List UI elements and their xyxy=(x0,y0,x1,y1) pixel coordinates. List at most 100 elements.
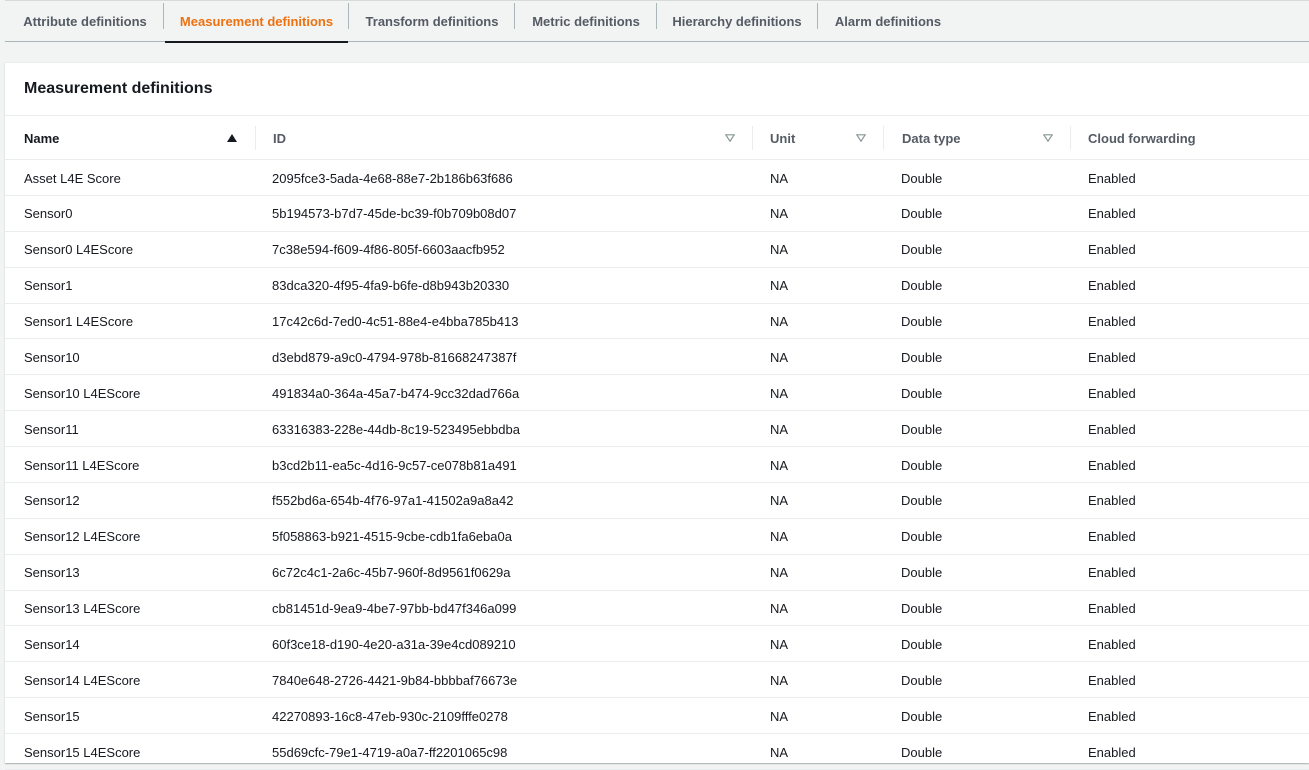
column-divider xyxy=(883,126,884,150)
cell-data-type: Double xyxy=(901,242,943,258)
table-row[interactable]: Sensor15 L4EScore 55d69cfc-79e1-4719-a0a7… xyxy=(5,734,1309,770)
cell-name: Sensor11 xyxy=(24,421,79,437)
cell-data-type: Double xyxy=(901,493,943,509)
cell-cloud-forwarding: Enabled xyxy=(1088,493,1136,509)
cell-cloud-forwarding: Enabled xyxy=(1088,708,1136,724)
table-row[interactable]: Sensor13 6c72c4c1-2a6c-45b7-960f-8d9561f0… xyxy=(5,555,1309,591)
cell-id: b3cd2b11-ea5c-4d16-9c57-ce078b81a491 xyxy=(272,457,517,473)
column-header-unit[interactable]: Unit xyxy=(770,116,850,160)
cell-data-type: Double xyxy=(901,708,943,724)
cell-id: 491834a0-364a-45a7-b474-9cc32dad766a xyxy=(272,385,520,401)
cell-name: Sensor15 xyxy=(24,708,80,724)
cell-cloud-forwarding: Enabled xyxy=(1088,349,1136,365)
column-header-data-type[interactable]: Data type xyxy=(902,116,1042,160)
cell-id: f552bd6a-654b-4f76-97a1-41502a9a8a42 xyxy=(272,493,514,509)
cell-cloud-forwarding: Enabled xyxy=(1088,672,1136,688)
table-header: Name ID Unit Data type Cloud forwarding xyxy=(5,116,1309,160)
cell-unit: NA xyxy=(770,170,789,186)
cell-id: 5b194573-b7d7-45de-bc39-f0b709b08d07 xyxy=(272,206,517,222)
cell-data-type: Double xyxy=(901,457,943,473)
tab-alarm-definitions[interactable]: Alarm definitions xyxy=(818,1,958,42)
table-row[interactable]: Sensor15 42270893-16c8-47eb-930c-2109fffe… xyxy=(5,698,1309,734)
cell-unit: NA xyxy=(770,206,789,222)
cell-cloud-forwarding: Enabled xyxy=(1088,565,1136,581)
cell-unit: NA xyxy=(770,529,789,545)
column-header-label: Data type xyxy=(902,130,961,146)
cell-name: Sensor11 L4EScore xyxy=(24,457,140,473)
column-header-cloud-forwarding[interactable]: Cloud forwarding xyxy=(1088,116,1288,160)
cell-data-type: Double xyxy=(901,170,943,186)
cell-name: Sensor12 L4EScore xyxy=(24,529,141,545)
cell-id: 63316383-228e-44db-8c19-523495ebbdba xyxy=(272,421,520,437)
cell-id: 42270893-16c8-47eb-930c-2109fffe0278 xyxy=(272,708,508,724)
table-row[interactable]: Sensor0 L4EScore 7c38e594-f609-4f86-805f-… xyxy=(5,232,1309,268)
column-header-label: Unit xyxy=(770,130,796,146)
table-row[interactable]: Sensor10 d3ebd879-a9c0-4794-978b-81668247… xyxy=(5,339,1309,376)
cell-cloud-forwarding: Enabled xyxy=(1088,529,1136,545)
cell-id: 2095fce3-5ada-4e68-88e7-2b186b63f686 xyxy=(272,170,513,186)
tab-measurement-definitions[interactable]: Measurement definitions xyxy=(165,1,348,43)
cell-unit: NA xyxy=(770,636,789,652)
cell-id: 6c72c4c1-2a6c-45b7-960f-8d9561f0629a xyxy=(272,565,511,581)
column-divider xyxy=(1070,126,1071,150)
cell-name: Sensor0 L4EScore xyxy=(24,242,134,258)
tab-metric-definitions[interactable]: Metric definitions xyxy=(515,1,657,42)
cell-cloud-forwarding: Enabled xyxy=(1088,457,1136,473)
cell-id: 7840e648-2726-4421-9b84-bbbbaf76673e xyxy=(272,672,518,688)
table-row[interactable]: Sensor13 L4EScore cb81451d-9ea9-4be7-97bb… xyxy=(5,591,1309,627)
cell-id: cb81451d-9ea9-4be7-97bb-bd47f346a099 xyxy=(272,601,517,616)
table-row[interactable]: Sensor0 5b194573-b7d7-45de-bc39-f0b709b08… xyxy=(5,196,1309,232)
table-row[interactable]: Sensor10 L4EScore 491834a0-364a-45a7-b474… xyxy=(5,375,1309,412)
cell-name: Sensor15 L4EScore xyxy=(24,744,141,760)
cell-data-type: Double xyxy=(901,636,943,652)
cell-name: Sensor0 xyxy=(24,206,73,222)
cell-unit: NA xyxy=(770,421,789,437)
tab-transform-definitions[interactable]: Transform definitions xyxy=(349,1,515,42)
cell-id: 55d69cfc-79e1-4719-a0a7-ff2201065c98 xyxy=(272,744,508,760)
cell-cloud-forwarding: Enabled xyxy=(1088,278,1136,294)
cell-name: Sensor13 xyxy=(24,565,80,581)
cell-unit: NA xyxy=(770,744,789,760)
cell-data-type: Double xyxy=(901,421,943,437)
cell-data-type: Double xyxy=(901,278,943,294)
cell-data-type: Double xyxy=(901,672,943,688)
cell-cloud-forwarding: Enabled xyxy=(1088,242,1136,258)
measurement-definitions-panel: Measurement definitions Name ID Unit Dat… xyxy=(5,62,1309,770)
cell-unit: NA xyxy=(770,278,789,294)
table-row[interactable]: Sensor12 f552bd6a-654b-4f76-97a1-41502a9a… xyxy=(5,483,1309,519)
table-row[interactable]: Asset L4E Score 2095fce3-5ada-4e68-88e7-2… xyxy=(5,160,1309,196)
tab-attribute-definitions[interactable]: Attribute definitions xyxy=(5,1,165,42)
cell-unit: NA xyxy=(770,672,789,688)
cell-id: 17c42c6d-7ed0-4c51-88e4-e4bba785b413 xyxy=(272,314,519,329)
cell-cloud-forwarding: Enabled xyxy=(1088,744,1136,760)
table-row[interactable]: Sensor11 63316383-228e-44db-8c19-523495eb… xyxy=(5,411,1309,447)
cell-name: Sensor10 xyxy=(24,349,80,365)
column-header-label: Cloud forwarding xyxy=(1088,130,1196,146)
panel-header: Measurement definitions xyxy=(5,63,1309,116)
cell-cloud-forwarding: Enabled xyxy=(1088,601,1136,616)
table-row[interactable]: Sensor11 L4EScore b3cd2b11-ea5c-4d16-9c57… xyxy=(5,447,1309,483)
cell-id: 7c38e594-f609-4f86-805f-6603aacfb952 xyxy=(272,242,505,258)
sort-toggle-icon[interactable] xyxy=(725,116,735,160)
cell-unit: NA xyxy=(770,601,789,616)
column-header-id[interactable]: ID xyxy=(273,116,723,160)
sort-toggle-icon[interactable] xyxy=(1043,116,1053,160)
tab-hierarchy-definitions[interactable]: Hierarchy definitions xyxy=(657,1,817,42)
column-header-name[interactable]: Name xyxy=(24,116,254,160)
cell-unit: NA xyxy=(770,314,789,329)
cell-unit: NA xyxy=(770,493,789,509)
table-row[interactable]: Sensor1 L4EScore 17c42c6d-7ed0-4c51-88e4-… xyxy=(5,304,1309,340)
cell-unit: NA xyxy=(770,565,789,581)
cell-data-type: Double xyxy=(901,206,943,222)
table-row[interactable]: Sensor12 L4EScore 5f058863-b921-4515-9cbe… xyxy=(5,519,1309,555)
table-row[interactable]: Sensor14 L4EScore 7840e648-2726-4421-9b84… xyxy=(5,662,1309,699)
sort-ascending-icon[interactable] xyxy=(227,116,237,160)
table-body: Asset L4E Score 2095fce3-5ada-4e68-88e7-2… xyxy=(5,160,1309,770)
table-row[interactable]: Sensor1 83dca320-4f95-4fa9-b6fe-d8b943b20… xyxy=(5,268,1309,304)
column-header-label: Name xyxy=(24,130,60,146)
cell-unit: NA xyxy=(770,242,789,258)
table-row[interactable]: Sensor14 60f3ce18-d190-4e20-a31a-39e4cd08… xyxy=(5,626,1309,663)
cell-unit: NA xyxy=(770,349,789,365)
cell-name: Asset L4E Score xyxy=(24,170,121,186)
sort-toggle-icon[interactable] xyxy=(856,116,866,160)
